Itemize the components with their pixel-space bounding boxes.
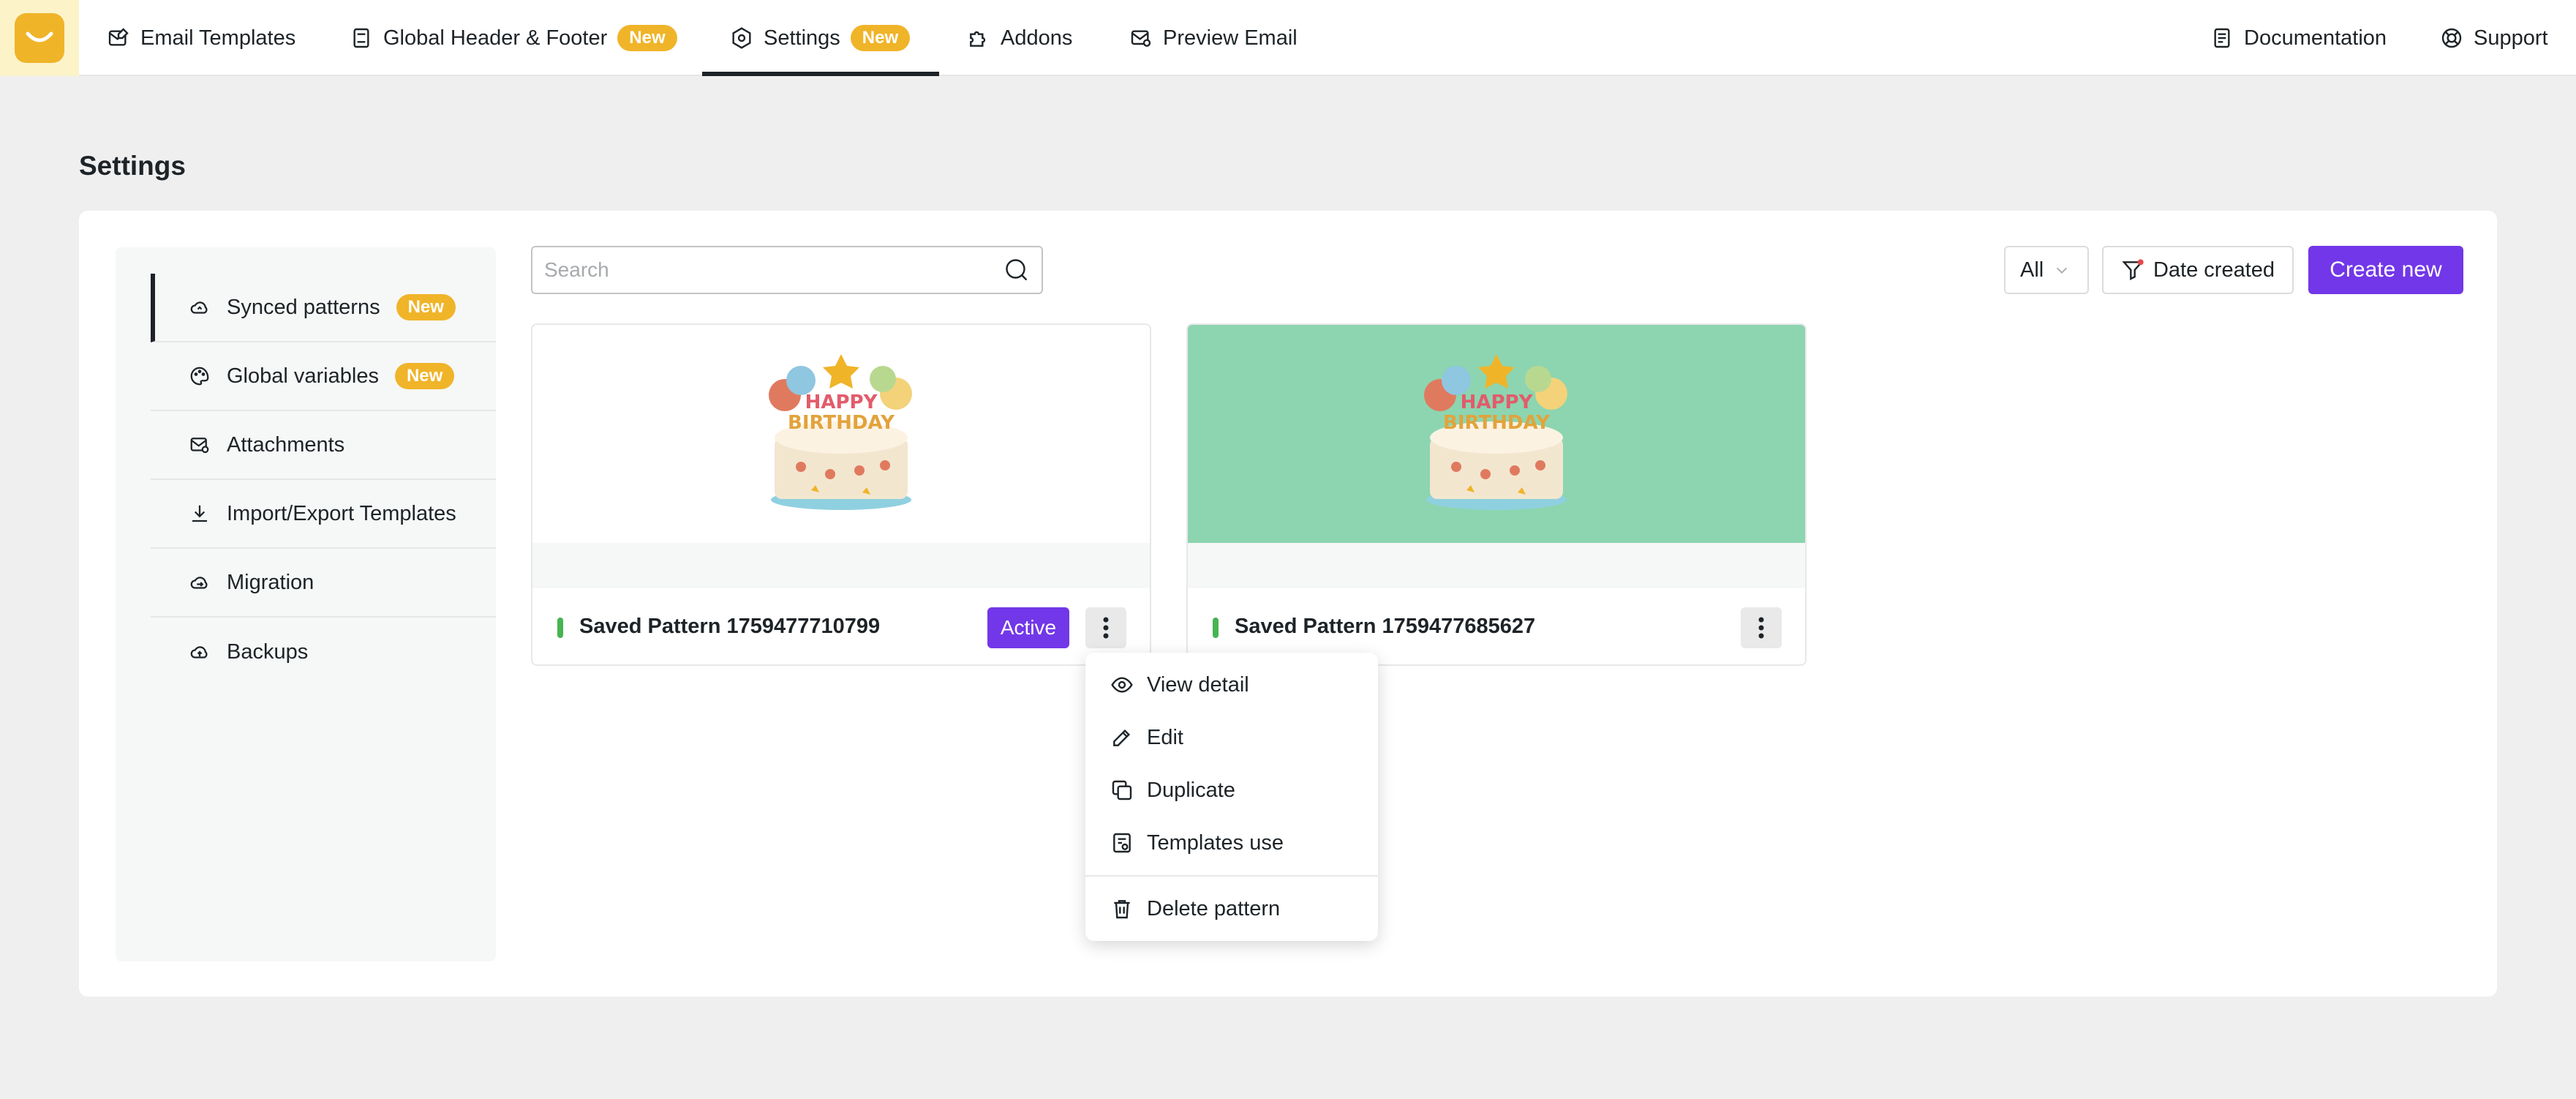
nav-settings[interactable]: Settings New: [730, 0, 911, 76]
templates-icon: [1110, 831, 1134, 855]
sidebar-item-migration[interactable]: Migration: [151, 549, 496, 618]
cloud-migrate-icon: [189, 571, 211, 593]
sort-label: Date created: [2153, 258, 2275, 282]
filter-value: All: [2020, 258, 2044, 282]
email-edit-icon: [107, 26, 130, 50]
nav-label: Email Templates: [140, 26, 296, 50]
menu-item-view-detail[interactable]: View detail: [1085, 659, 1378, 711]
kebab-menu-icon: [1103, 617, 1109, 639]
document-icon: [350, 26, 373, 50]
active-tab-indicator: [702, 72, 939, 76]
nav-label: Addons: [1001, 26, 1073, 50]
svg-text:HAPPY: HAPPY: [805, 391, 878, 413]
attachment-icon: [189, 434, 211, 456]
pattern-actions-menu: View detail Edit Duplicate Templates use…: [1085, 653, 1378, 941]
create-new-button[interactable]: Create new: [2308, 246, 2463, 294]
menu-divider: [1085, 875, 1378, 877]
status-indicator: [1213, 618, 1219, 638]
menu-item-edit[interactable]: Edit: [1085, 711, 1378, 764]
pattern-card-footer: Saved Pattern 1759477710799 Active: [532, 588, 1150, 664]
active-badge: Active: [987, 607, 1069, 648]
smile-logo-icon: [15, 13, 64, 63]
menu-item-templates-use[interactable]: Templates use: [1085, 817, 1378, 869]
page-title: Settings: [79, 151, 186, 181]
menu-item-label: View detail: [1147, 672, 1249, 697]
download-icon: [189, 503, 211, 525]
chevron-down-icon: [2054, 262, 2070, 278]
new-badge: New: [394, 363, 455, 389]
sidebar-item-synced-patterns[interactable]: Synced patterns New: [151, 274, 496, 342]
nav-email-templates[interactable]: Email Templates: [107, 0, 295, 76]
nav-preview-email[interactable]: Preview Email: [1129, 0, 1298, 76]
pattern-card[interactable]: HAPPY BIRTHDAY Saved Pattern 17594777107…: [531, 323, 1151, 666]
card-divider-strip: [532, 543, 1150, 588]
sidebar-item-label: Global variables: [227, 364, 379, 388]
menu-item-label: Delete pattern: [1147, 896, 1281, 920]
pattern-preview[interactable]: HAPPY BIRTHDAY: [532, 325, 1150, 543]
more-options-button[interactable]: [1741, 607, 1782, 648]
nav-label: Documentation: [2244, 26, 2387, 50]
new-badge: New: [617, 25, 677, 51]
birthday-cake-image: HAPPY BIRTHDAY: [769, 354, 912, 510]
sidebar-item-attachments[interactable]: Attachments: [151, 411, 496, 480]
sort-date-button[interactable]: Date created: [2102, 246, 2294, 294]
svg-text:BIRTHDAY: BIRTHDAY: [788, 412, 895, 434]
sidebar-item-label: Import/Export Templates: [227, 501, 456, 525]
status-indicator: [557, 618, 563, 638]
pencil-icon: [1110, 726, 1134, 749]
cloud-upload-icon: [189, 641, 211, 663]
nav-global-header-footer[interactable]: Global Header & Footer New: [350, 0, 677, 76]
cloud-sync-icon: [189, 296, 211, 318]
top-navigation: Email Templates Global Header & Footer N…: [0, 0, 2576, 76]
nav-label: Support: [2474, 26, 2548, 50]
puzzle-icon: [967, 26, 990, 50]
sidebar-item-label: Synced patterns: [227, 295, 380, 319]
sidebar-item-label: Attachments: [227, 432, 345, 457]
nav-label: Settings: [764, 26, 840, 50]
new-badge: New: [396, 294, 456, 320]
sidebar-item-global-variables[interactable]: Global variables New: [151, 342, 496, 411]
pattern-name: Saved Pattern 1759477710799: [579, 615, 881, 638]
app-logo[interactable]: [0, 0, 79, 76]
settings-sidebar: Synced patterns New Global variables New…: [116, 247, 496, 961]
new-badge: New: [850, 25, 911, 51]
nav-label: Preview Email: [1163, 26, 1298, 50]
duplicate-icon: [1110, 779, 1134, 802]
kebab-menu-icon: [1758, 617, 1764, 639]
nav-label: Global Header & Footer: [383, 26, 608, 50]
card-divider-strip: [1188, 543, 1805, 588]
settings-hex-icon: [730, 26, 753, 50]
sidebar-item-label: Migration: [227, 570, 315, 594]
sidebar-item-label: Backups: [227, 639, 309, 664]
menu-item-label: Templates use: [1147, 830, 1284, 855]
menu-item-label: Duplicate: [1147, 778, 1235, 802]
trash-icon: [1110, 897, 1134, 920]
birthday-cake-image: HAPPY BIRTHDAY: [1424, 354, 1567, 510]
menu-item-duplicate[interactable]: Duplicate: [1085, 764, 1378, 817]
lifebuoy-icon: [2440, 26, 2463, 50]
email-preview-icon: [1129, 26, 1153, 50]
pattern-name: Saved Pattern 1759477685627: [1235, 615, 1536, 638]
sidebar-item-backups[interactable]: Backups: [151, 618, 496, 686]
nav-support[interactable]: Support: [2440, 0, 2548, 76]
eye-icon: [1110, 673, 1134, 697]
menu-item-label: Edit: [1147, 725, 1183, 749]
pattern-preview[interactable]: HAPPY BIRTHDAY: [1188, 325, 1805, 543]
filter-funnel-icon: [2121, 258, 2144, 282]
sidebar-item-import-export[interactable]: Import/Export Templates: [151, 480, 496, 549]
svg-text:HAPPY: HAPPY: [1461, 391, 1534, 413]
svg-text:BIRTHDAY: BIRTHDAY: [1443, 412, 1551, 434]
menu-item-delete-pattern[interactable]: Delete pattern: [1085, 882, 1378, 935]
nav-addons[interactable]: Addons: [967, 0, 1072, 76]
document-icon: [2210, 26, 2234, 50]
pattern-card[interactable]: HAPPY BIRTHDAY Saved Pattern 17594776856…: [1186, 323, 1807, 666]
filter-select[interactable]: All: [2004, 246, 2089, 294]
search-box: [531, 246, 1043, 294]
search-input[interactable]: [544, 258, 1003, 282]
search-icon[interactable]: [1003, 257, 1030, 283]
more-options-button[interactable]: [1085, 607, 1126, 648]
nav-documentation[interactable]: Documentation: [2210, 0, 2387, 76]
palette-icon: [189, 365, 211, 387]
